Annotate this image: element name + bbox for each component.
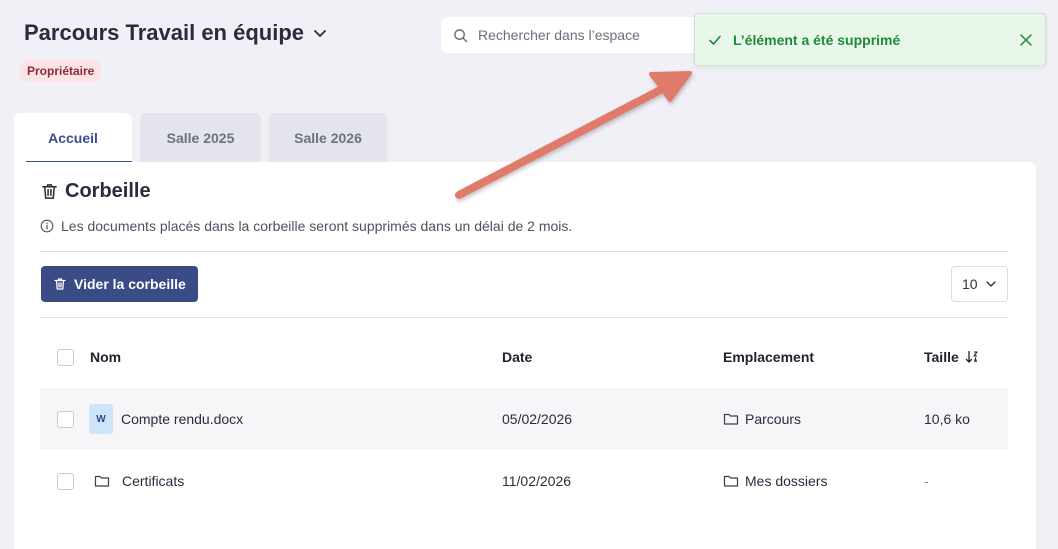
word-file-icon: W (89, 404, 113, 434)
role-badge: Propriétaire (20, 60, 102, 82)
column-size-label: Taille (924, 349, 959, 365)
page-title: Corbeille (40, 180, 151, 203)
page-size-value: 10 (962, 276, 978, 292)
table-row[interactable]: Certificats 11/02/2026 Mes dossiers - (40, 450, 1008, 512)
page-title-text: Corbeille (65, 180, 151, 202)
column-date[interactable]: Date (502, 349, 723, 365)
file-name-cell: Certificats (90, 473, 502, 489)
close-icon[interactable] (1019, 33, 1033, 47)
table-header: Nom Date Emplacement Taille (40, 326, 1008, 388)
file-name-cell: W Compte rendu.docx (89, 404, 502, 434)
divider (40, 317, 1008, 318)
file-size: 10,6 ko (924, 411, 970, 427)
toast-message: L’élément a été supprimé (733, 31, 901, 48)
empty-trash-button[interactable]: Vider la corbeille (41, 266, 198, 302)
space-title[interactable]: Parcours Travail en équipe (24, 20, 328, 46)
tab-salle-2025[interactable]: Salle 2025 (140, 113, 261, 163)
select-all-checkbox[interactable] (56, 348, 74, 366)
tab-accueil[interactable]: Accueil (14, 113, 132, 163)
retention-info-text: Les documents placés dans la corbeille s… (61, 218, 573, 234)
trash-icon (42, 184, 57, 199)
file-location[interactable]: Parcours (723, 411, 924, 427)
select-all-cell (40, 348, 90, 366)
file-date: 11/02/2026 (502, 473, 572, 489)
file-name[interactable]: Compte rendu.docx (121, 411, 243, 427)
file-location[interactable]: Mes dossiers (723, 473, 924, 489)
check-icon (709, 35, 721, 45)
search-icon (454, 28, 468, 42)
column-location[interactable]: Emplacement (723, 349, 924, 365)
row-select-cell (40, 410, 90, 428)
trash-icon (54, 278, 66, 290)
trash-table: Nom Date Emplacement Taille W Compte ren… (40, 326, 1008, 512)
trash-panel: Corbeille Les documents placés dans la c… (14, 162, 1036, 549)
empty-trash-label: Vider la corbeille (74, 276, 186, 292)
search-box[interactable] (441, 17, 701, 53)
tab-salle-2026[interactable]: Salle 2026 (269, 113, 387, 163)
folder-icon (723, 475, 739, 487)
folder-icon (94, 475, 110, 487)
folder-icon (723, 413, 739, 425)
file-location-text: Parcours (745, 411, 802, 427)
table-row[interactable]: W Compte rendu.docx 05/02/2026 Parcours … (40, 388, 1008, 450)
space-title-text: Parcours Travail en équipe (24, 20, 305, 45)
tab-bar: Accueil Salle 2025 Salle 2026 (14, 113, 387, 163)
retention-info: Les documents placés dans la corbeille s… (40, 218, 572, 234)
sort-descending-icon[interactable] (965, 350, 979, 364)
chevron-down-icon (986, 281, 996, 287)
row-select-cell (40, 472, 90, 490)
search-input[interactable] (478, 27, 689, 43)
column-size[interactable]: Taille (924, 349, 1008, 365)
divider (40, 251, 1008, 252)
file-location-text: Mes dossiers (745, 473, 828, 489)
file-size: - (924, 473, 929, 489)
page-size-select[interactable]: 10 (951, 266, 1008, 302)
success-toast: L’élément a été supprimé (694, 13, 1046, 66)
row-checkbox[interactable] (56, 410, 74, 428)
chevron-down-icon (314, 30, 326, 37)
file-name[interactable]: Certificats (122, 473, 184, 489)
file-date: 05/02/2026 (502, 411, 573, 427)
folder-icon-wrap (90, 474, 114, 488)
row-checkbox[interactable] (56, 472, 74, 490)
info-icon (40, 219, 54, 233)
column-name[interactable]: Nom (90, 349, 502, 365)
